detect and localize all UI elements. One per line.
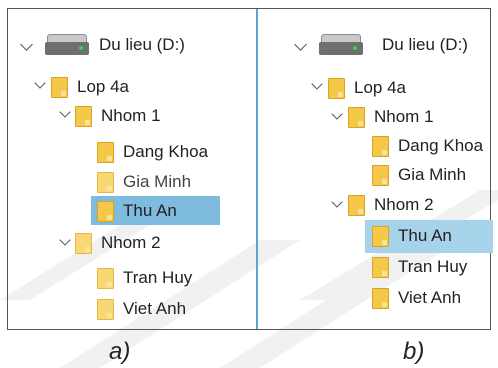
folder-label: Tran Huy bbox=[398, 257, 468, 276]
folder-icon bbox=[372, 256, 389, 278]
folder-icon bbox=[97, 298, 114, 320]
folder-node-item[interactable]: Viet Anh bbox=[372, 285, 461, 311]
drive-label: Du lieu (D:) bbox=[99, 35, 185, 54]
folder-icon bbox=[75, 105, 92, 127]
folder-icon bbox=[97, 141, 114, 163]
folder-icon bbox=[348, 106, 365, 128]
folder-node-item-selected[interactable]: Thu An bbox=[97, 198, 177, 224]
folder-label: Lop 4a bbox=[354, 78, 406, 97]
folder-label: Viet Anh bbox=[398, 288, 462, 307]
folder-icon bbox=[372, 287, 389, 309]
folder-label: Thu An bbox=[398, 226, 452, 245]
drive-node[interactable]: Du lieu (D:) bbox=[319, 32, 468, 58]
folder-node-item[interactable]: Dang Khoa bbox=[372, 133, 483, 159]
folder-label: Thu An bbox=[123, 201, 177, 220]
folder-node-item[interactable]: Tran Huy bbox=[372, 254, 467, 280]
folder-icon bbox=[75, 232, 92, 254]
drive-label: Du lieu (D:) bbox=[382, 35, 468, 54]
folder-node-group1[interactable]: Nhom 1 bbox=[75, 103, 161, 129]
folder-node-group2[interactable]: Nhom 2 bbox=[75, 230, 161, 256]
caption-b: b) bbox=[403, 338, 425, 365]
folder-icon bbox=[372, 164, 389, 186]
folder-label: Viet Anh bbox=[123, 299, 187, 318]
folder-label: Tran Huy bbox=[123, 268, 193, 287]
folder-node-class[interactable]: Lop 4a bbox=[51, 74, 129, 100]
folder-node-item-selected[interactable]: Thu An bbox=[372, 223, 452, 249]
folder-label: Nhom 1 bbox=[101, 106, 161, 125]
folder-icon bbox=[372, 225, 389, 247]
folder-label: Dang Khoa bbox=[398, 136, 484, 155]
folder-node-group1[interactable]: Nhom 1 bbox=[348, 104, 434, 130]
folder-label: Gia Minh bbox=[398, 165, 467, 184]
folder-label: Nhom 1 bbox=[374, 107, 434, 126]
drive-icon bbox=[45, 34, 89, 56]
drive-icon bbox=[319, 34, 363, 56]
folder-label: Lop 4a bbox=[77, 77, 129, 96]
folder-node-item[interactable]: Viet Anh bbox=[97, 296, 186, 322]
folder-icon bbox=[97, 200, 114, 222]
drive-node[interactable]: Du lieu (D:) bbox=[45, 32, 185, 58]
folder-node-item[interactable]: Gia Minh bbox=[372, 162, 466, 188]
folder-icon bbox=[97, 171, 114, 193]
folder-node-item[interactable]: Tran Huy bbox=[97, 265, 192, 291]
folder-label: Nhom 2 bbox=[101, 233, 161, 252]
folder-node-class[interactable]: Lop 4a bbox=[328, 75, 406, 101]
folder-label: Nhom 2 bbox=[374, 195, 434, 214]
folder-label: Gia Minh bbox=[123, 172, 192, 191]
caption-a: a) bbox=[109, 338, 131, 365]
folder-node-item[interactable]: Gia Minh bbox=[97, 169, 191, 195]
folder-icon bbox=[51, 76, 68, 98]
folder-node-group2[interactable]: Nhom 2 bbox=[348, 192, 434, 218]
folder-icon bbox=[97, 267, 114, 289]
folder-label: Dang Khoa bbox=[123, 142, 209, 161]
panel-divider bbox=[256, 9, 258, 329]
folder-icon bbox=[372, 135, 389, 157]
folder-node-item[interactable]: Dang Khoa bbox=[97, 139, 208, 165]
folder-icon bbox=[348, 194, 365, 216]
folder-icon bbox=[328, 77, 345, 99]
